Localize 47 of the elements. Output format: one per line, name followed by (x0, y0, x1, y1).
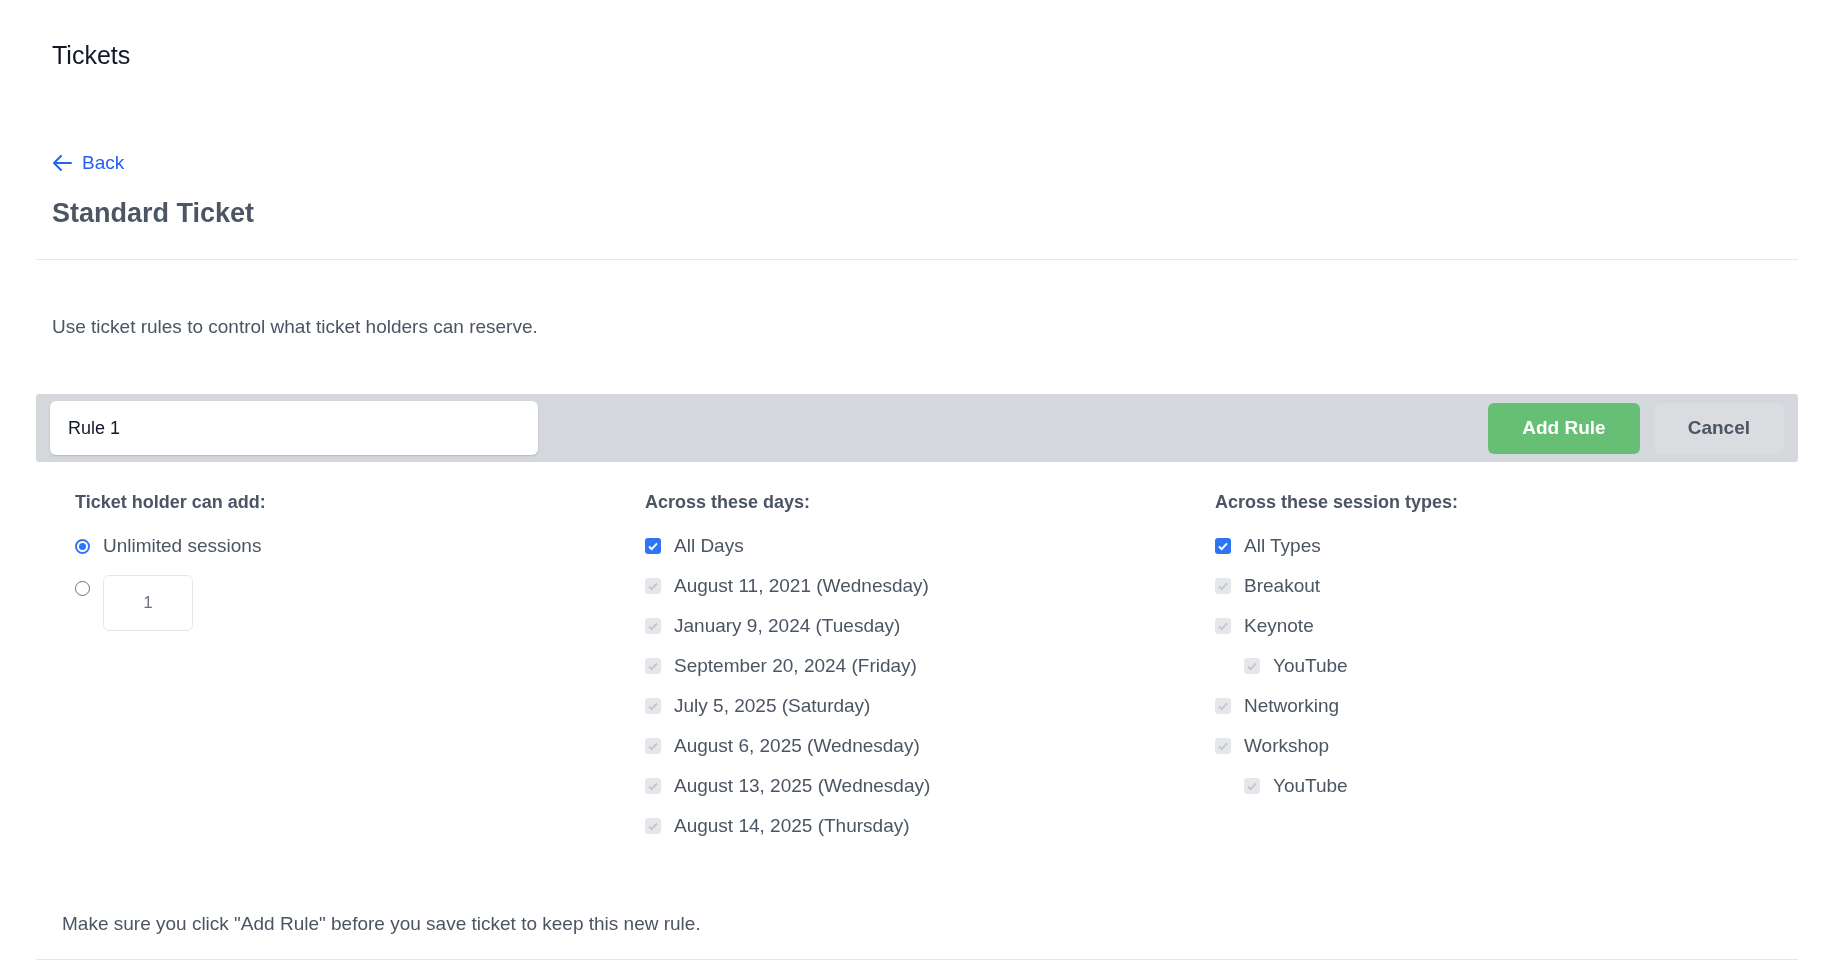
checkmark-icon (1217, 540, 1229, 552)
ticket-title: Standard Ticket (52, 198, 256, 229)
checkmark-icon (1246, 780, 1258, 792)
checkbox-label: All Types (1244, 535, 1321, 557)
checkmark-icon (1246, 660, 1258, 672)
column-heading: Across these session types: (1215, 492, 1460, 513)
checkbox-label: YouTube (1273, 655, 1348, 677)
checkbox-label: Keynote (1244, 615, 1314, 637)
checkbox-label: YouTube (1273, 775, 1348, 797)
checkbox-label: All Days (674, 535, 744, 557)
checkbox-label: Workshop (1244, 735, 1330, 757)
column-heading: Ticket holder can add: (75, 492, 267, 513)
page-title: Tickets (52, 41, 132, 70)
radio-button[interactable] (75, 581, 90, 596)
rule-name-input[interactable]: Rule 1 (50, 401, 538, 455)
checkbox-label: January 9, 2024 (Tuesday) (674, 615, 901, 637)
checkmark-icon (1217, 700, 1229, 712)
cancel-button[interactable]: Cancel (1653, 402, 1784, 454)
checkmark-icon (1217, 620, 1229, 632)
checkmark-icon (647, 620, 659, 632)
checkmark-icon (647, 740, 659, 752)
column-heading: Across these days: (645, 492, 812, 513)
session-count-input[interactable]: 1 (103, 575, 193, 631)
checkmark-icon (1217, 580, 1229, 592)
checkmark-icon (647, 820, 659, 832)
footer-note: Make sure you click "Add Rule" before you save ticket to keep this new rule. (62, 913, 702, 935)
checkbox-label: September 20, 2024 (Friday) (674, 655, 917, 677)
checkbox[interactable] (1215, 538, 1231, 554)
checkmark-icon (1217, 740, 1229, 752)
radio-label: Unlimited sessions (103, 535, 262, 557)
checkbox-label: Networking (1244, 695, 1340, 717)
checkmark-icon (647, 780, 659, 792)
checkmark-icon (647, 700, 659, 712)
checkbox-label: August 13, 2025 (Wednesday) (674, 775, 931, 797)
checkbox-label: August 11, 2021 (Wednesday) (674, 575, 929, 597)
description-text: Use ticket rules to control what ticket holders can reserve. (52, 316, 539, 338)
arrow-left-icon (52, 154, 72, 172)
checkbox-label: July 5, 2025 (Saturday) (674, 695, 871, 717)
radio-button[interactable] (75, 538, 90, 554)
checkbox-label: August 14, 2025 (Thursday) (674, 815, 910, 837)
back-link[interactable]: Back (52, 152, 125, 174)
checkbox[interactable] (645, 538, 661, 554)
checkbox-label: August 6, 2025 (Wednesday) (674, 735, 920, 757)
checkmark-icon (647, 540, 659, 552)
checkmark-icon (647, 660, 659, 672)
checkmark-icon (647, 580, 659, 592)
checkbox-label: Breakout (1244, 575, 1321, 597)
